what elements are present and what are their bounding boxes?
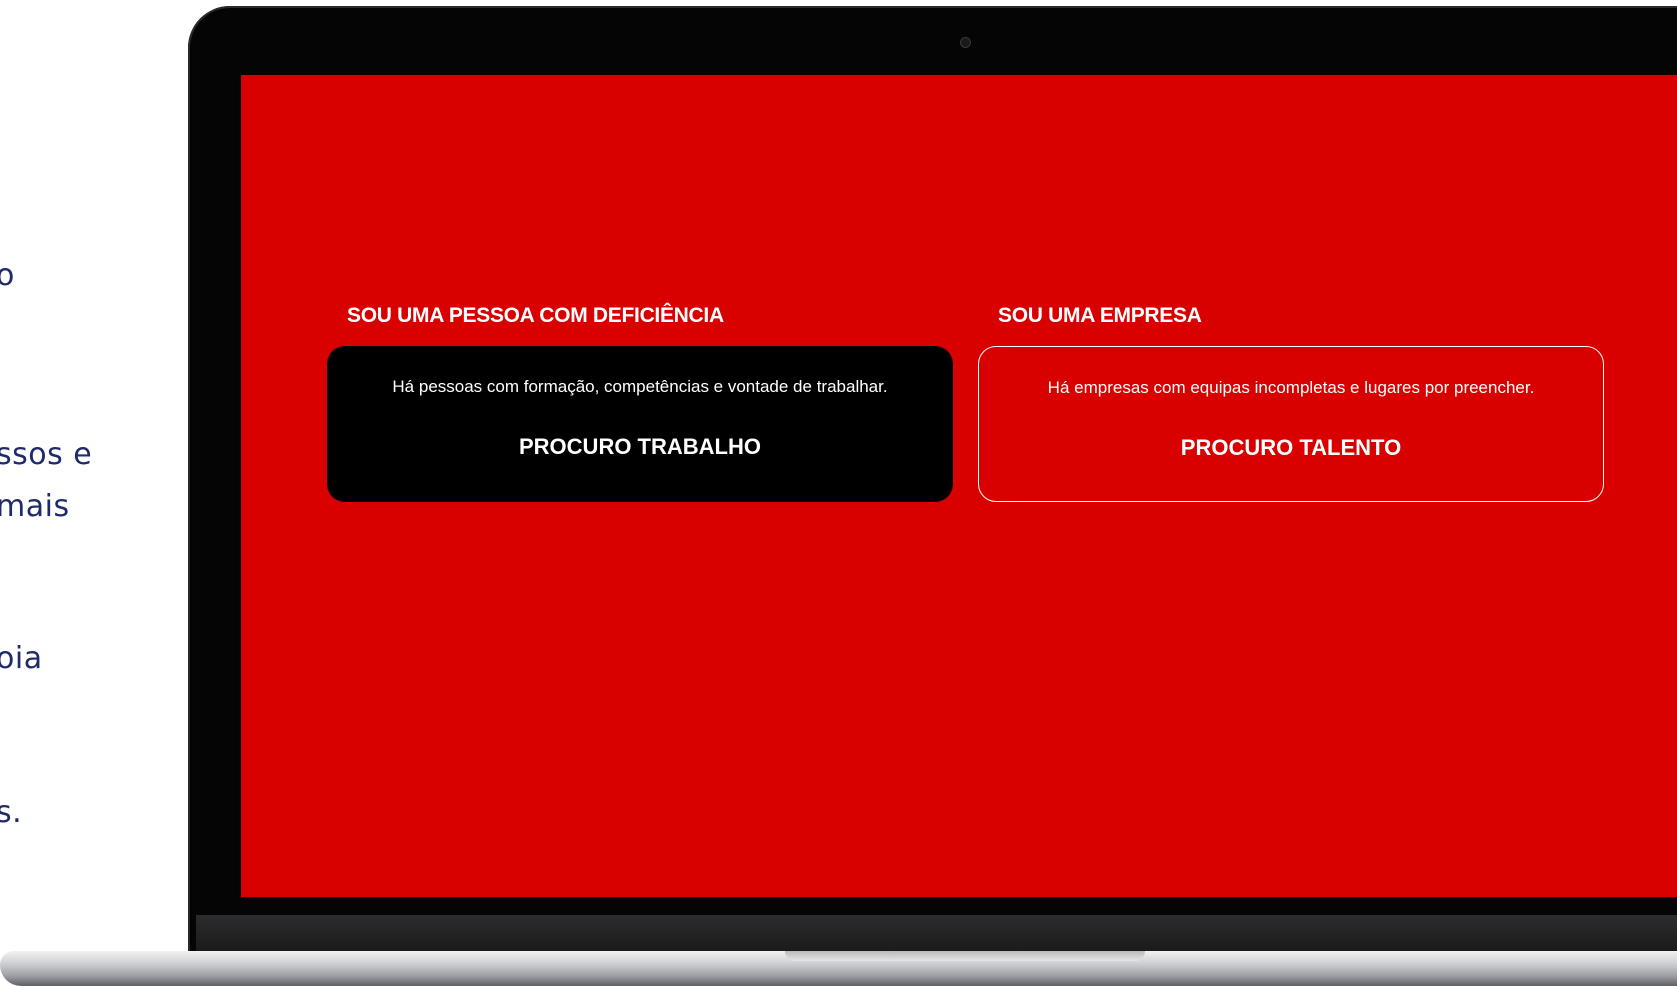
find-talent-description: Há empresas com equipas incompletas e lu…	[1047, 378, 1535, 397]
find-work-description: Há pessoas com formação, competências e …	[392, 377, 888, 396]
side-text-line: oia	[0, 641, 43, 676]
camera-icon	[960, 37, 971, 48]
laptop-chin	[196, 915, 1677, 951]
side-text-column: o ssos e mais oia s.	[0, 0, 140, 986]
company-heading: SOU UMA EMPRESA	[998, 304, 1202, 327]
find-work-button-label: PROCURO TRABALHO	[519, 434, 761, 459]
find-talent-card[interactable]: Há empresas com equipas incompletas e lu…	[978, 346, 1604, 502]
side-text-line: ssos e	[0, 437, 93, 472]
side-text-line: s.	[0, 795, 23, 830]
find-work-card[interactable]: Há pessoas com formação, competências e …	[327, 346, 953, 502]
person-heading: SOU UMA PESSOA COM DEFICIÊNCIA	[347, 304, 724, 327]
find-talent-button-label: PROCURO TALENTO	[1180, 435, 1402, 460]
side-text-line: o	[0, 258, 15, 293]
side-text-line: mais	[0, 489, 70, 524]
laptop-notch	[785, 951, 1145, 961]
